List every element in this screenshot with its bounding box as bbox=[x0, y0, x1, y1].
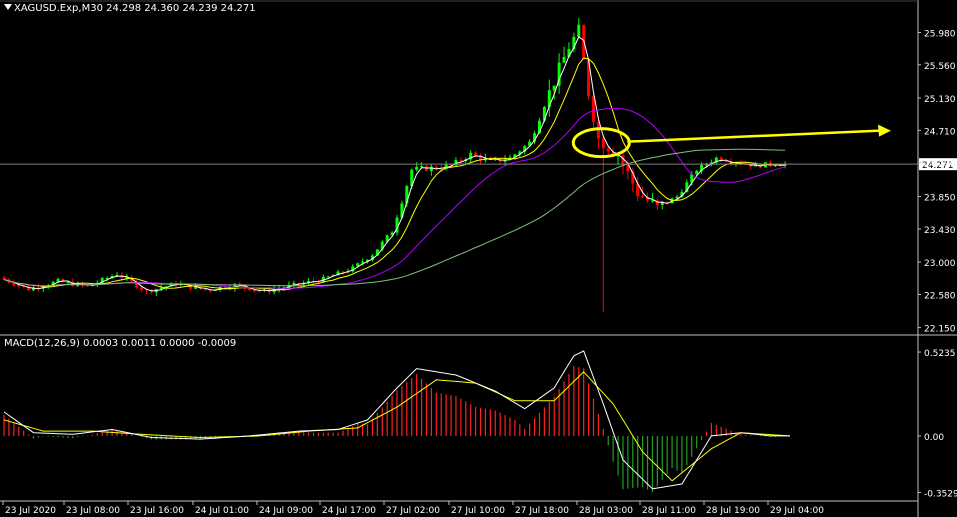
chart-window[interactable]: 24.271 25.980 25.560 25.130 24.710 24.290 23.8… bbox=[0, 0, 957, 517]
triangle-down-icon[interactable] bbox=[4, 4, 12, 10]
time-tick-label: 24 Jul 17:00 bbox=[322, 506, 376, 516]
price-tick-label: 25.980 bbox=[924, 29, 956, 39]
time-tick-label: 29 Jul 04:00 bbox=[770, 506, 824, 516]
candle-body bbox=[326, 276, 330, 278]
time-tick-label: 28 Jul 03:00 bbox=[579, 506, 633, 516]
time-tick-label: 27 Jul 18:00 bbox=[515, 506, 569, 516]
candle-body bbox=[606, 148, 610, 152]
candle-body bbox=[601, 138, 605, 149]
candle-body bbox=[424, 166, 428, 172]
candle-body bbox=[420, 166, 424, 168]
candle-body bbox=[429, 166, 433, 172]
macd-tick-label: 0.00 bbox=[924, 433, 944, 443]
price-tick-label: 23.000 bbox=[924, 259, 956, 269]
price-chart[interactable]: 24.27125.98025.56025.13024.71024.29023.8… bbox=[0, 0, 957, 517]
candle-body bbox=[650, 200, 654, 202]
candle-body bbox=[2, 277, 6, 280]
macd-tick-label: -0.3529 bbox=[924, 489, 957, 499]
time-tick-label: 24 Jul 09:00 bbox=[259, 506, 313, 516]
price-tick-label: 23.430 bbox=[924, 226, 956, 236]
macd-header: MACD(12,26,9) 0.0003 0.0011 0.0000 -0.00… bbox=[4, 338, 237, 349]
time-tick-label: 27 Jul 10:00 bbox=[451, 506, 505, 516]
candle-body bbox=[641, 196, 645, 198]
price-tick-label: 24.710 bbox=[924, 127, 956, 137]
candle-body bbox=[140, 287, 144, 290]
price-tick-label: 23.850 bbox=[924, 194, 956, 204]
time-tick-label: 27 Jul 02:00 bbox=[386, 506, 440, 516]
candle-body bbox=[562, 56, 566, 63]
time-tick-label: 23 Jul 08:00 bbox=[66, 506, 120, 516]
chart-background bbox=[0, 0, 957, 517]
candle-body bbox=[577, 24, 581, 37]
candle-body bbox=[86, 285, 90, 287]
candle-body bbox=[415, 166, 419, 170]
time-tick-label: 24 Jul 01:00 bbox=[195, 506, 249, 516]
symbol-header: XAGUSD.Exp,M30 24.298 24.360 24.239 24.2… bbox=[14, 3, 256, 14]
price-tick-label: 22.150 bbox=[924, 325, 956, 335]
candle-body bbox=[695, 170, 699, 175]
candle-body bbox=[474, 152, 478, 156]
candle-body bbox=[66, 281, 70, 283]
candle-body bbox=[17, 285, 21, 287]
price-tick-label: 22.580 bbox=[924, 291, 956, 301]
time-tick-label: 23 Jul 2020 bbox=[5, 506, 56, 516]
price-tick-label: 25.560 bbox=[924, 62, 956, 72]
macd-tick-label: 0.5235 bbox=[924, 349, 956, 359]
time-tick-label: 28 Jul 11:00 bbox=[642, 506, 696, 516]
candle-body bbox=[459, 160, 463, 162]
price-tick-label: 25.130 bbox=[924, 95, 956, 105]
time-tick-label: 28 Jul 19:00 bbox=[706, 506, 760, 516]
candle-body bbox=[253, 290, 257, 292]
time-tick-label: 23 Jul 16:00 bbox=[130, 506, 184, 516]
price-tick-label: 24.290 bbox=[924, 160, 956, 170]
